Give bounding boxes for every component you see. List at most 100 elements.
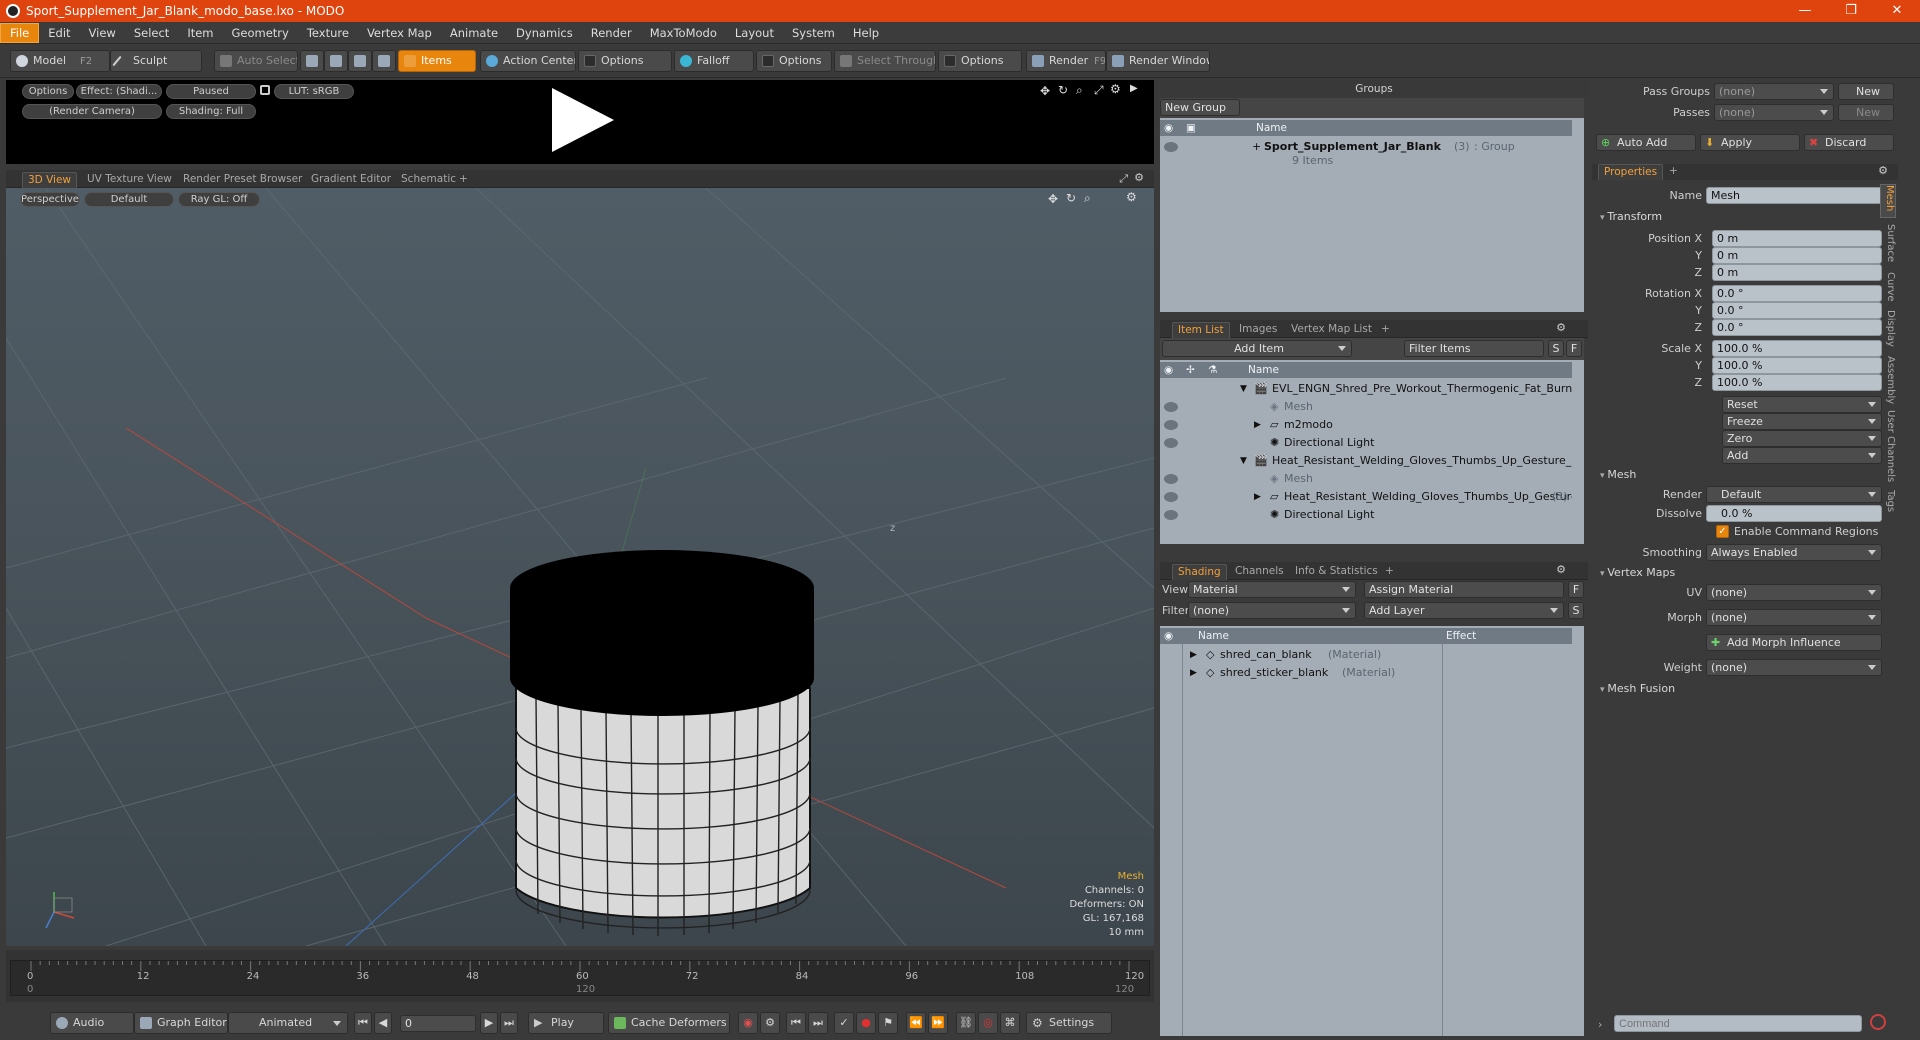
- morph-dropdown[interactable]: (none): [1706, 609, 1882, 626]
- menu-geometry[interactable]: Geometry: [223, 23, 298, 43]
- new-pass-group-button[interactable]: New: [1838, 83, 1894, 100]
- timeline-ruler[interactable]: 0 12 24 36 48 60 72 84 96 108 120 0 120 120: [10, 960, 1150, 996]
- auto-add-button[interactable]: ⊕ Auto Add: [1596, 134, 1696, 151]
- menu-help[interactable]: Help: [844, 23, 888, 43]
- chevron-right-icon[interactable]: ›: [1598, 1018, 1602, 1031]
- link-icon[interactable]: ⛓: [956, 1012, 976, 1034]
- menu-edit[interactable]: Edit: [39, 23, 79, 43]
- pan-icon[interactable]: ✥: [1048, 192, 1058, 206]
- transform-section[interactable]: Transform: [1600, 210, 1662, 223]
- maximize-icon[interactable]: ⤢: [1094, 83, 1104, 98]
- add-dropdown[interactable]: Add: [1722, 447, 1882, 464]
- preview-options-button[interactable]: Options: [22, 84, 74, 99]
- list-item[interactable]: ▶ ▱ m2modo: [1160, 416, 1572, 434]
- position-z-input[interactable]: 0 m: [1712, 264, 1882, 281]
- frame-input[interactable]: 0: [400, 1015, 476, 1032]
- tab-item-list[interactable]: Item List: [1172, 322, 1230, 338]
- add-tab-button[interactable]: +: [454, 172, 473, 188]
- dissolve-input[interactable]: 0.0 %: [1706, 505, 1882, 522]
- list-item[interactable]: ▼ 🎬 EVL_ENGN_Shred_Pre_Workout_Thermogenic…: [1160, 380, 1572, 398]
- scale-x-input[interactable]: 100.0 %: [1712, 340, 1882, 357]
- smoothing-dropdown[interactable]: Always Enabled: [1706, 544, 1882, 561]
- rotation-x-input[interactable]: 0.0 °: [1712, 285, 1882, 302]
- scale-y-input[interactable]: 100.0 %: [1712, 357, 1882, 374]
- auto-key-icon[interactable]: ⚙: [760, 1012, 780, 1034]
- new-group-button[interactable]: New Group: [1160, 99, 1240, 116]
- lock-icon[interactable]: [260, 85, 270, 95]
- scale-z-input[interactable]: 100.0 %: [1712, 374, 1882, 391]
- menu-layout[interactable]: Layout: [726, 23, 783, 43]
- filter-dropdown[interactable]: (none): [1188, 602, 1356, 619]
- model-button[interactable]: Model F2: [10, 50, 110, 72]
- side-tab-mesh[interactable]: Mesh: [1880, 184, 1896, 218]
- filter-f-button[interactable]: F: [1568, 581, 1584, 598]
- last-frame-icon[interactable]: ⏭: [500, 1012, 518, 1034]
- minimize-icon[interactable]: —: [1782, 0, 1828, 22]
- menu-item[interactable]: Item: [178, 23, 222, 43]
- cache-deformers-button[interactable]: Cache Deformers: [608, 1012, 730, 1034]
- record-icon[interactable]: ●: [856, 1012, 876, 1034]
- sculpt-button[interactable]: Sculpt: [110, 50, 202, 72]
- zoom-icon[interactable]: ⌕: [1076, 83, 1083, 98]
- filter-items-input[interactable]: Filter Items: [1404, 340, 1544, 357]
- zoom-icon[interactable]: ⌕: [1084, 191, 1091, 206]
- discard-button[interactable]: ✖ Discard: [1804, 134, 1894, 151]
- play-icon[interactable]: [552, 88, 614, 152]
- close-icon[interactable]: ✕: [1874, 0, 1920, 22]
- falloff-button[interactable]: Falloff: [674, 50, 754, 72]
- mesh-fusion-section[interactable]: Mesh Fusion: [1600, 682, 1675, 695]
- falloff-options-button[interactable]: Options: [756, 50, 832, 72]
- tab-uv-texture-view[interactable]: UV Texture View: [82, 172, 177, 188]
- uv-dropdown[interactable]: (none): [1706, 584, 1882, 601]
- position-y-input[interactable]: 0 m: [1712, 247, 1882, 264]
- group-row[interactable]: + Sport_Supplement_Jar_Blank (3) : Group: [1160, 138, 1572, 156]
- menu-maxtomodo[interactable]: MaxToModo: [641, 23, 726, 43]
- menu-view[interactable]: View: [80, 23, 125, 43]
- animated-dropdown[interactable]: Animated: [228, 1012, 348, 1034]
- rotate-icon[interactable]: ↻: [1066, 191, 1076, 205]
- tab-info-statistics[interactable]: Info & Statistics: [1290, 564, 1383, 580]
- edges-mode-button[interactable]: [324, 50, 348, 72]
- menu-select[interactable]: Select: [125, 23, 178, 43]
- name-input[interactable]: Mesh: [1706, 187, 1882, 204]
- materials-mode-button[interactable]: [372, 50, 396, 72]
- rotation-z-input[interactable]: 0.0 °: [1712, 319, 1882, 336]
- settings-button[interactable]: ⚙ Settings: [1026, 1012, 1112, 1034]
- list-item[interactable]: ◈ Mesh: [1160, 398, 1572, 416]
- mesh-section[interactable]: Mesh: [1600, 468, 1636, 481]
- weight-dropdown[interactable]: (none): [1706, 659, 1882, 676]
- play-button[interactable]: ▶ Play: [528, 1012, 604, 1034]
- list-item[interactable]: ▶ ▱ Heat_Resistant_Welding_Gloves_Thumbs_U…: [1160, 488, 1572, 506]
- enable-command-regions-checkbox[interactable]: ✓: [1716, 525, 1729, 538]
- eye-icon[interactable]: [1164, 142, 1178, 152]
- vertices-mode-button[interactable]: [300, 50, 324, 72]
- menu-dynamics[interactable]: Dynamics: [507, 23, 582, 43]
- pass-groups-dropdown[interactable]: (none): [1714, 83, 1834, 100]
- add-tab-button[interactable]: +: [1380, 564, 1399, 580]
- render-dropdown[interactable]: Default: [1706, 486, 1882, 503]
- key-settings-icon[interactable]: ⌘: [1000, 1012, 1020, 1034]
- render-button[interactable]: Render F9: [1026, 50, 1106, 72]
- stop-icon[interactable]: [1870, 1014, 1886, 1030]
- vertex-maps-section[interactable]: Vertex Maps: [1600, 566, 1675, 579]
- raygl-dropdown[interactable]: Ray GL: Off: [178, 192, 260, 207]
- apply-button[interactable]: ⬇ Apply: [1700, 134, 1800, 151]
- rotate-icon[interactable]: ↻: [1058, 83, 1068, 97]
- menu-animate[interactable]: Animate: [441, 23, 507, 43]
- items-mode-button[interactable]: Items: [398, 50, 476, 72]
- passes-dropdown[interactable]: (none): [1714, 104, 1834, 121]
- menu-texture[interactable]: Texture: [298, 23, 358, 43]
- zero-dropdown[interactable]: Zero: [1722, 430, 1882, 447]
- rotation-y-input[interactable]: 0.0 °: [1712, 302, 1882, 319]
- freeze-dropdown[interactable]: Freeze: [1722, 413, 1882, 430]
- gear-icon[interactable]: ⚙: [1126, 190, 1137, 204]
- prev-key-icon[interactable]: ⏮: [786, 1012, 806, 1034]
- side-tab-tags[interactable]: Tags: [1880, 490, 1896, 512]
- side-tab-surface[interactable]: Surface: [1880, 224, 1896, 262]
- add-tab-button[interactable]: +: [1376, 322, 1395, 338]
- pan-icon[interactable]: ✥: [1040, 84, 1050, 98]
- next-frame-icon[interactable]: ▶: [480, 1012, 498, 1034]
- tab-channels[interactable]: Channels: [1230, 564, 1289, 580]
- search-s-button[interactable]: S: [1568, 602, 1584, 619]
- action-center-options-button[interactable]: Options: [578, 50, 672, 72]
